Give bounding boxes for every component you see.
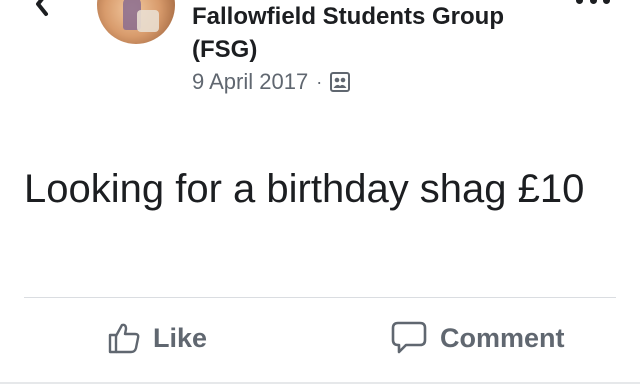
- group-name-link[interactable]: Fallowfield Students Group (FSG): [192, 0, 522, 66]
- chevron-left-icon: [36, 0, 48, 16]
- post-date[interactable]: 9 April 2017: [192, 69, 308, 95]
- more-dot: [603, 0, 610, 4]
- group-icon: [330, 72, 351, 92]
- more-dot: [576, 0, 583, 4]
- group-avatar[interactable]: [97, 0, 175, 44]
- like-label: Like: [153, 322, 208, 353]
- more-dot: [589, 0, 597, 4]
- speech-bubble-icon: [391, 321, 427, 354]
- divider: [24, 297, 616, 298]
- comment-button[interactable]: Comment: [390, 318, 565, 358]
- post-text: Looking for a birthday shag £10: [24, 167, 585, 211]
- thumbs-up-icon: [108, 323, 140, 354]
- bottom-border: [0, 382, 640, 384]
- more-options-button[interactable]: [576, 0, 610, 6]
- back-button[interactable]: [30, 0, 70, 22]
- avatar-detail: [137, 10, 159, 32]
- like-button[interactable]: Like: [107, 318, 207, 358]
- comment-label: Comment: [440, 322, 565, 353]
- post-meta: 9 April 2017 ·: [192, 68, 351, 96]
- meta-separator: ·: [316, 71, 323, 92]
